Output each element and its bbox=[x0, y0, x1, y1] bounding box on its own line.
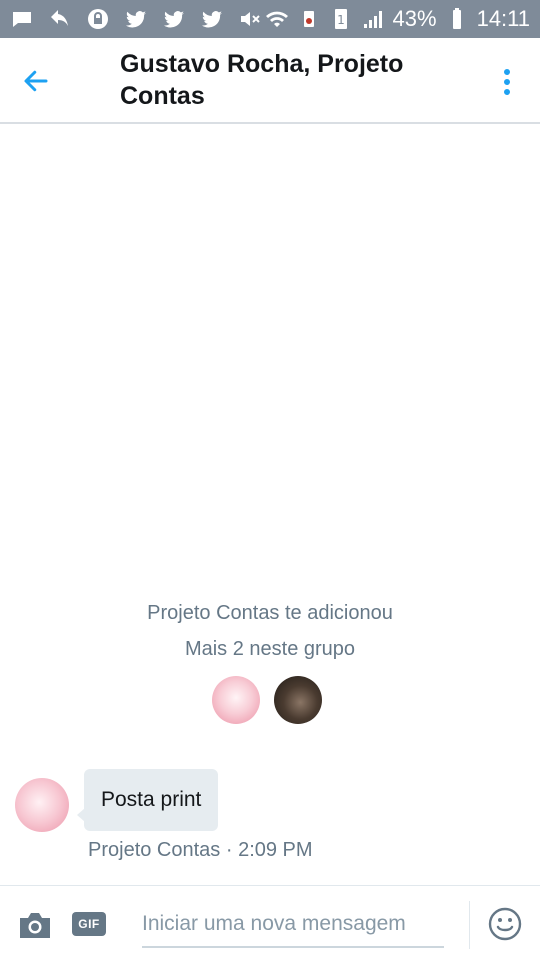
lock-icon bbox=[86, 7, 110, 31]
group-member-avatars[interactable] bbox=[212, 676, 322, 724]
message-icon bbox=[10, 7, 34, 31]
twitter-icon bbox=[124, 7, 148, 31]
more-vertical-icon bbox=[504, 69, 510, 95]
camera-icon bbox=[20, 913, 50, 938]
emoji-button[interactable] bbox=[488, 907, 522, 941]
system-message-added: Projeto Contas te adicionou bbox=[147, 602, 393, 624]
conversation-header: Gustavo Rocha, Projeto Contas bbox=[0, 38, 540, 124]
signal-icon bbox=[361, 7, 385, 31]
twitter-icon bbox=[200, 7, 224, 31]
message-composer: GIF bbox=[0, 885, 540, 960]
battery-icon bbox=[445, 7, 469, 31]
message-meta: Projeto Contas · 2:09 PM bbox=[88, 839, 313, 861]
arrow-left-icon bbox=[24, 70, 48, 92]
message-input[interactable] bbox=[142, 902, 444, 948]
reply-icon bbox=[48, 7, 72, 31]
no-sim-icon bbox=[297, 7, 321, 31]
gif-button[interactable]: GIF bbox=[72, 912, 106, 936]
avatar[interactable] bbox=[212, 676, 260, 724]
back-button[interactable] bbox=[18, 63, 54, 99]
battery-percent: 43% bbox=[392, 6, 437, 31]
twitter-icon bbox=[162, 7, 186, 31]
more-options-button[interactable] bbox=[492, 62, 522, 102]
camera-button[interactable] bbox=[18, 910, 52, 940]
sim-slot-number: 1 bbox=[337, 13, 345, 27]
wifi-icon bbox=[265, 7, 289, 31]
system-message-members[interactable]: Mais 2 neste grupo bbox=[0, 638, 540, 661]
avatar[interactable] bbox=[274, 676, 322, 724]
clock: 14:11 bbox=[476, 6, 530, 31]
conversation-title: Gustavo Rocha, Projeto Contas bbox=[120, 50, 404, 110]
message-bubble[interactable]: Posta print bbox=[84, 769, 219, 831]
status-bar: 1 43% 14:11 bbox=[0, 0, 540, 38]
composer-divider bbox=[469, 901, 470, 949]
smiley-icon bbox=[488, 907, 522, 941]
mute-icon bbox=[238, 7, 262, 31]
notification-icons bbox=[10, 7, 262, 31]
sender-avatar[interactable] bbox=[15, 778, 69, 832]
message-text: Posta print bbox=[101, 788, 202, 811]
sim-icon: 1 bbox=[329, 7, 353, 31]
system-status: 1 43% 14:11 bbox=[265, 6, 530, 32]
